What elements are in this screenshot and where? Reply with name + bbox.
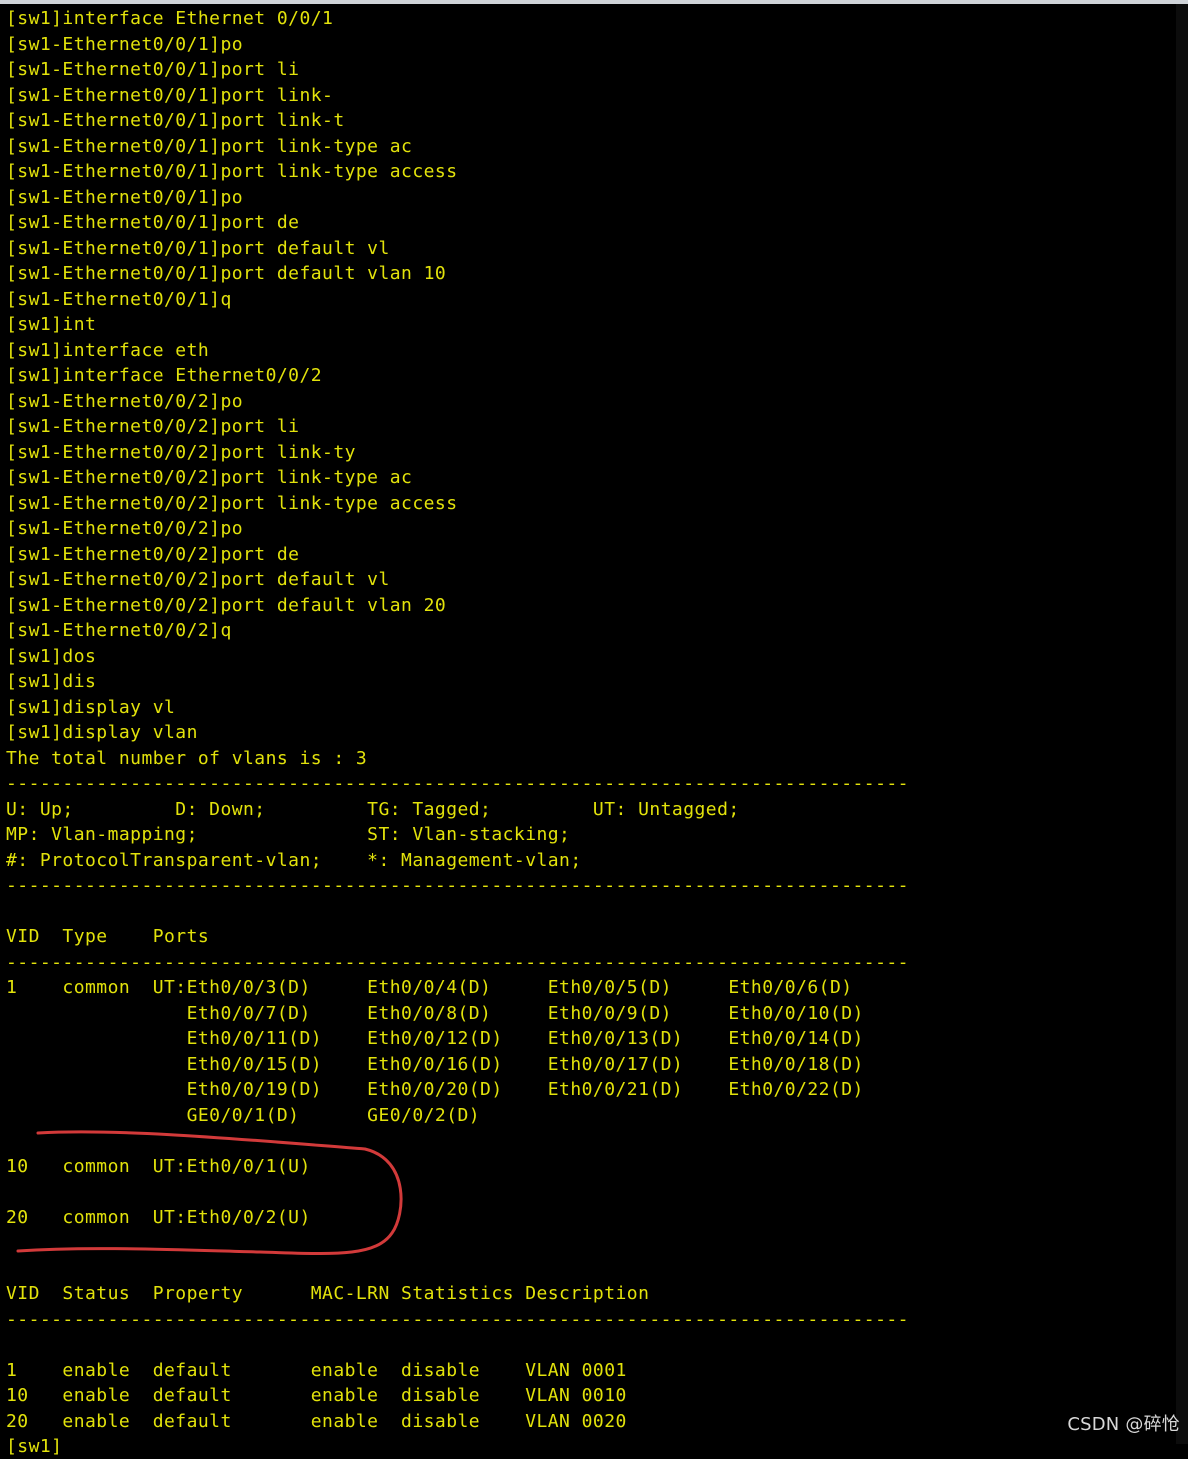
terminal-line: [sw1-Ethernet0/0/2]port default vlan 20	[6, 594, 447, 616]
terminal-line: [sw1-Ethernet0/0/1]port link-type access	[6, 161, 458, 182]
terminal-line: The total number of vlans is : 3	[6, 747, 368, 769]
terminal-line: GE0/0/1(D) GE0/0/2(D)	[6, 1104, 481, 1126]
terminal-line: [sw1]display vlan	[6, 722, 198, 743]
terminal-line: 20 enable default enable disable VLAN 00…	[6, 1410, 627, 1432]
terminal-line: [sw1-Ethernet0/0/2]port de	[6, 543, 300, 565]
terminal-line: [sw1]display vl	[6, 696, 176, 718]
terminal-line: Eth0/0/19(D) Eth0/0/20(D) Eth0/0/21(D) E…	[6, 1079, 864, 1100]
terminal-line: Eth0/0/11(D) Eth0/0/12(D) Eth0/0/13(D) E…	[6, 1028, 864, 1049]
terminal-line: VID Status Property MAC-LRN Statistics D…	[6, 1283, 650, 1304]
terminal-line: [sw1-Ethernet0/0/2]port link-type access	[6, 492, 458, 514]
terminal-line: [sw1]interface Ethernet 0/0/1	[6, 8, 334, 29]
watermark: CSDN @碎怆	[1067, 1414, 1180, 1435]
terminal-line: [sw1-Ethernet0/0/2]port link-ty	[6, 441, 356, 463]
terminal-line: [sw1-Ethernet0/0/1]port de	[6, 212, 300, 233]
terminal-output[interactable]: [sw1]interface Ethernet 0/0/1 [sw1-Ethern…	[0, 4, 1176, 1457]
terminal-line: [sw1]interface Ethernet0/0/2	[6, 365, 323, 386]
terminal-line: [sw1-Ethernet0/0/1]port link-t	[6, 110, 345, 131]
terminal-line: 10 common UT:Eth0/0/1(U)	[6, 1155, 311, 1177]
terminal-line: [sw1-Ethernet0/0/1]po	[6, 33, 244, 55]
terminal-line: [sw1]	[6, 1436, 63, 1457]
terminal-line: #: ProtocolTransparent-vlan; *: Manageme…	[6, 849, 582, 871]
terminal-line: 20 common UT:Eth0/0/2(U)	[6, 1206, 311, 1228]
terminal-line: [sw1-Ethernet0/0/1]port default vl	[6, 237, 390, 259]
terminal-line: Eth0/0/15(D) Eth0/0/16(D) Eth0/0/17(D) E…	[6, 1053, 864, 1075]
separator-line: ----------------------------------------…	[6, 951, 909, 973]
terminal-line: 1 common UT:Eth0/0/3(D) Eth0/0/4(D) Eth0…	[6, 977, 853, 998]
terminal-line: [sw1-Ethernet0/0/2]po	[6, 518, 244, 539]
terminal-line: [sw1-Ethernet0/0/1]port default vlan 10	[6, 263, 447, 284]
separator-line: ----------------------------------------…	[6, 773, 909, 794]
terminal-line: [sw1-Ethernet0/0/2]port link-type ac	[6, 467, 413, 488]
separator-line: ----------------------------------------…	[6, 1308, 909, 1330]
terminal-scrollbar[interactable]	[1176, 4, 1188, 1444]
terminal-line: [sw1-Ethernet0/0/2]po	[6, 390, 244, 412]
terminal-line: [sw1-Ethernet0/0/2]port default vl	[6, 569, 390, 590]
terminal-line: 10 enable default enable disable VLAN 00…	[6, 1385, 627, 1406]
terminal-line: 1 enable default enable disable VLAN 000…	[6, 1359, 627, 1381]
terminal-line: U: Up; D: Down; TG: Tagged; UT: Untagged…	[6, 798, 740, 820]
terminal-line: [sw1]dos	[6, 645, 97, 667]
terminal-line: [sw1]int	[6, 314, 97, 335]
terminal-line: [sw1-Ethernet0/0/1]q	[6, 288, 232, 310]
terminal-line: [sw1-Ethernet0/0/1]port link-type ac	[6, 135, 413, 157]
terminal-line: [sw1-Ethernet0/0/1]port link-	[6, 84, 334, 106]
terminal-line: [sw1-Ethernet0/0/1]po	[6, 186, 244, 208]
terminal-line: [sw1]dis	[6, 671, 97, 692]
terminal-line: [sw1-Ethernet0/0/2]port li	[6, 416, 300, 437]
terminal-line: [sw1]interface eth	[6, 339, 210, 361]
terminal-line: MP: Vlan-mapping; ST: Vlan-stacking;	[6, 824, 571, 845]
separator-line: ----------------------------------------…	[6, 875, 909, 896]
terminal-line: [sw1-Ethernet0/0/1]port li	[6, 59, 300, 80]
terminal-line: Eth0/0/7(D) Eth0/0/8(D) Eth0/0/9(D) Eth0…	[6, 1002, 864, 1024]
terminal-line: [sw1-Ethernet0/0/2]q	[6, 620, 232, 641]
terminal-line: VID Type Ports	[6, 926, 210, 947]
